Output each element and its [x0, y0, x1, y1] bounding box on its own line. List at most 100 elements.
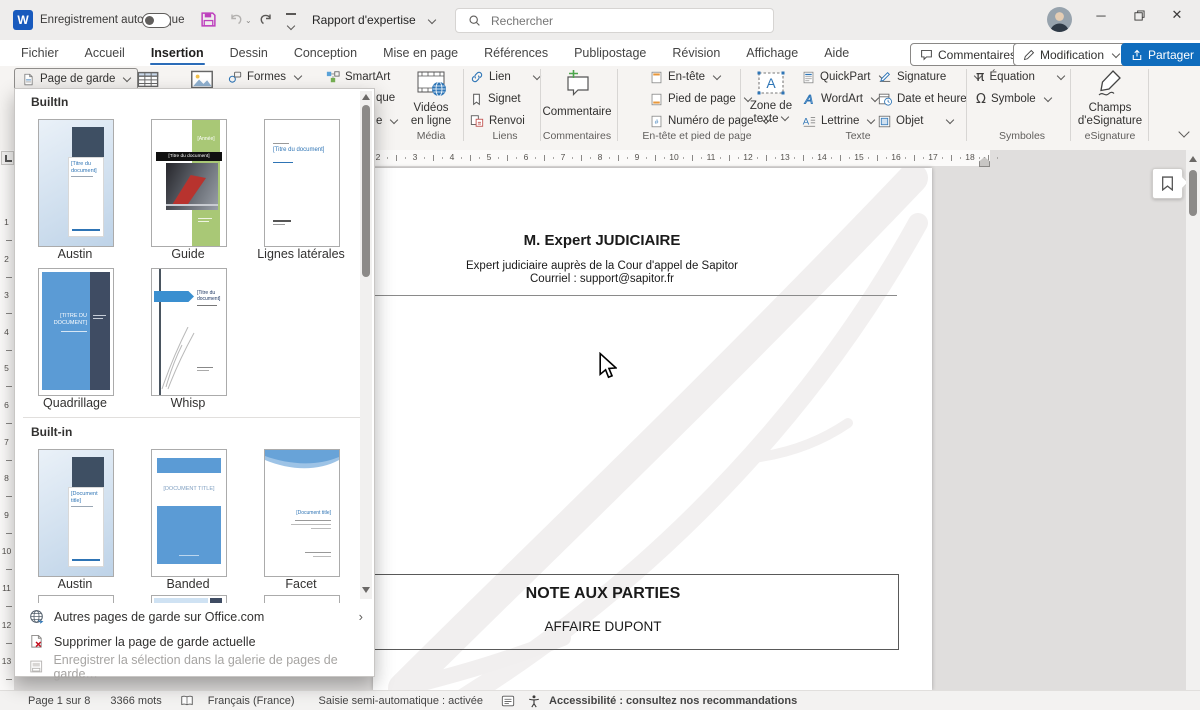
- header-button[interactable]: En-tête: [650, 68, 720, 86]
- tab-insertion[interactable]: Insertion: [138, 40, 217, 66]
- autocomplete-status[interactable]: Saisie semi-automatique : activée: [319, 695, 483, 707]
- graphique-label-fragment[interactable]: que: [376, 92, 395, 104]
- menu-more-cover-pages[interactable]: Autres pages de garde sur Office.com ›: [15, 604, 373, 629]
- bookmark-navigation-button[interactable]: [1152, 168, 1183, 199]
- images-icon[interactable]: [190, 70, 214, 89]
- dropcap-button[interactable]: A Lettrine: [802, 112, 874, 130]
- tab-publipostage[interactable]: Publipostage: [561, 40, 659, 66]
- document-page[interactable]: M. Expert JUDICIAIRE Expert judiciaire a…: [373, 168, 932, 690]
- esignature-fields-button[interactable]: Champsd'eSignature: [1074, 68, 1146, 128]
- collapse-ribbon-icon[interactable]: [1178, 126, 1189, 137]
- gallery-scroll-thumb[interactable]: [362, 105, 370, 277]
- cover-page-button[interactable]: Page de garde: [14, 68, 138, 90]
- minimize-button[interactable]: ─: [1082, 0, 1120, 30]
- undo-chevron-icon[interactable]: ⌄: [245, 16, 252, 25]
- word-count[interactable]: 3366 mots: [110, 695, 161, 707]
- quickpart-button[interactable]: QuickPart: [802, 68, 886, 86]
- text-box-button[interactable]: A Zone detexte: [742, 70, 800, 126]
- symbol-icon: Ω: [976, 92, 986, 107]
- cover-thumb-partial-1[interactable]: [38, 595, 114, 603]
- comments-button[interactable]: Commentaires: [910, 43, 1026, 66]
- date-time-button[interactable]: Date et heure: [878, 90, 967, 108]
- search-input[interactable]: [489, 13, 743, 29]
- save-icon[interactable]: [200, 11, 217, 28]
- tab-affichage[interactable]: Affichage: [733, 40, 811, 66]
- cover-page-gallery: BuiltIn [Titre du document] [Année] [Tit…: [14, 88, 375, 677]
- date-time-label: Date et heure: [897, 93, 967, 105]
- equation-button[interactable]: π Équation: [976, 68, 1064, 86]
- tab-aide[interactable]: Aide: [811, 40, 862, 66]
- redo-icon[interactable]: [258, 12, 274, 28]
- accessibility-status[interactable]: Accessibilité : consultez nos recommanda…: [549, 695, 797, 707]
- page-number-icon: #: [650, 115, 663, 128]
- symbol-button[interactable]: Ω Symbole: [976, 90, 1051, 108]
- tab-references[interactable]: Références: [471, 40, 561, 66]
- proofing-icon[interactable]: [180, 694, 194, 708]
- wordart-label: WordArt: [821, 93, 863, 105]
- cover-thumb-austin2[interactable]: [Document title]: [38, 449, 114, 577]
- smartart-button[interactable]: SmartArt: [326, 68, 390, 86]
- tab-conception[interactable]: Conception: [281, 40, 370, 66]
- tab-revision[interactable]: Révision: [659, 40, 733, 66]
- new-comment-button[interactable]: Commentaire: [541, 70, 613, 119]
- gallery-scroll-up[interactable]: [362, 94, 370, 100]
- vertical-ruler[interactable]: 12345678910111213: [0, 150, 14, 690]
- date-time-icon: [878, 92, 892, 106]
- vertical-scrollbar[interactable]: [1186, 150, 1200, 690]
- table-icon[interactable]: [137, 71, 159, 88]
- online-videos-button[interactable]: Vidéosen ligne: [401, 70, 461, 128]
- wordart-button[interactable]: A WordArt: [802, 90, 878, 108]
- equation-icon: π: [976, 69, 984, 85]
- doc-email-line: Courriel : support@sapitor.fr: [447, 273, 757, 285]
- cover-thumb-whisp[interactable]: [Titre du document]: [151, 268, 227, 396]
- capture-label-fragment[interactable]: e: [376, 112, 397, 130]
- tab-mise-en-page[interactable]: Mise en page: [370, 40, 471, 66]
- header-icon: [650, 71, 663, 84]
- cover-thumb-lignes-laterales[interactable]: [Titre du document]: [264, 119, 340, 247]
- maximize-button[interactable]: [1120, 0, 1158, 30]
- document-title[interactable]: Rapport d'expertise: [312, 13, 416, 27]
- shapes-button[interactable]: Formes: [228, 68, 301, 86]
- word-window: W Enregistrement automatique ⌄ Rapport d…: [0, 0, 1200, 710]
- gallery-section-built-in: Built-in: [31, 425, 72, 439]
- gallery-scrollbar[interactable]: [360, 91, 372, 599]
- cover-thumb-partial-3[interactable]: [264, 595, 340, 603]
- submenu-arrow-icon: ›: [359, 609, 363, 624]
- avatar[interactable]: [1047, 7, 1072, 32]
- accessibility-icon[interactable]: [527, 694, 541, 708]
- cover-thumb-facet[interactable]: [Document title]: [264, 449, 340, 577]
- object-button[interactable]: Objet: [878, 112, 953, 130]
- autocomplete-icon[interactable]: [501, 694, 515, 708]
- search-box[interactable]: [455, 8, 774, 33]
- link-button[interactable]: Lien: [470, 68, 540, 86]
- signet-label: Signet: [488, 93, 521, 105]
- cover-thumb-partial-2[interactable]: [151, 595, 227, 603]
- qat-customize-icon[interactable]: [286, 13, 296, 34]
- bookmark-button[interactable]: Signet: [470, 90, 521, 108]
- cover-thumb-austin[interactable]: [Titre du document]: [38, 119, 114, 247]
- scroll-up-arrow[interactable]: [1189, 156, 1197, 162]
- page-indicator[interactable]: Page 1 sur 8: [28, 695, 90, 707]
- tab-accueil[interactable]: Accueil: [72, 40, 138, 66]
- tab-fichier[interactable]: Fichier: [8, 40, 72, 66]
- footer-button[interactable]: Pied de page: [650, 90, 751, 108]
- close-button[interactable]: ✕: [1158, 0, 1196, 30]
- group-label-media: Média: [417, 130, 446, 142]
- search-icon: [468, 14, 481, 27]
- cross-reference-button[interactable]: Renvoi: [470, 112, 525, 130]
- share-button[interactable]: Partager: [1121, 43, 1200, 66]
- title-chevron-icon[interactable]: [428, 16, 436, 24]
- menu-delete-cover-page[interactable]: Supprimer la page de garde actuelle: [15, 629, 373, 654]
- scrollbar-thumb[interactable]: [1189, 170, 1197, 216]
- gallery-scroll-down[interactable]: [362, 587, 370, 593]
- horizontal-ruler[interactable]: 23456789101112131415161718: [340, 150, 990, 166]
- cover-thumb-banded[interactable]: [DOCUMENT TITLE]: [151, 449, 227, 577]
- language-indicator[interactable]: Français (France): [208, 695, 295, 707]
- new-comment-icon: [561, 70, 593, 98]
- tab-dessin[interactable]: Dessin: [217, 40, 281, 66]
- cover-thumb-quadrillage[interactable]: [TITRE DU DOCUMENT]: [38, 268, 114, 396]
- editing-mode-button[interactable]: Modification: [1013, 43, 1129, 66]
- doc-heading: M. Expert JUDICIAIRE: [447, 232, 757, 249]
- autosave-toggle[interactable]: [142, 13, 171, 28]
- cover-thumb-guide[interactable]: [Année] [Titre du document]: [151, 119, 227, 247]
